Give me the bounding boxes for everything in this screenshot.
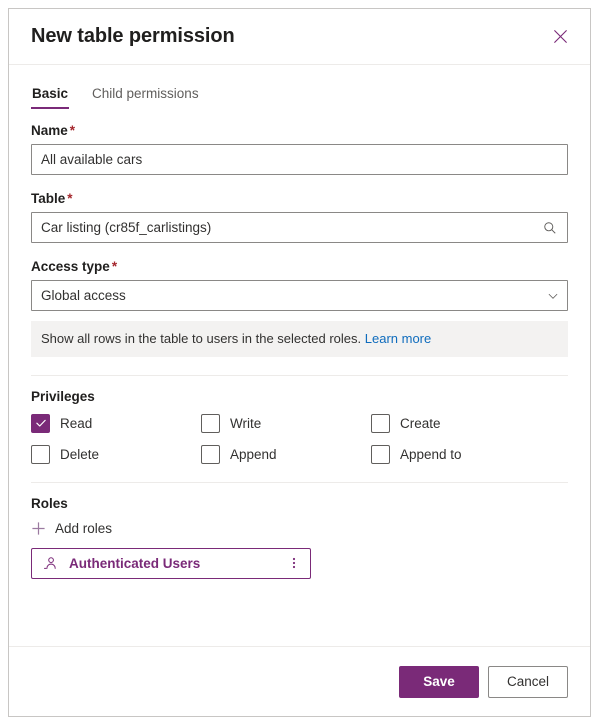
chevron-down-icon (547, 280, 559, 311)
name-field-group: Name * (31, 123, 568, 175)
roles-title: Roles (31, 495, 68, 511)
access-type-help-banner: Show all rows in the table to users in t… (31, 321, 568, 357)
privilege-create-label: Create (400, 415, 441, 431)
roles-divider (31, 481, 568, 483)
checkbox-append-to[interactable] (371, 444, 390, 464)
access-type-field-group: Access type * Global access Show all rows… (31, 259, 568, 357)
access-type-label: Access type * (31, 259, 568, 274)
privilege-append-to[interactable]: Append to (371, 444, 568, 464)
required-asterisk: * (67, 191, 73, 206)
close-button[interactable] (544, 21, 576, 53)
new-table-permission-dialog: New table permission Basic Child permiss… (8, 8, 591, 717)
save-button[interactable]: Save (399, 665, 479, 698)
name-input[interactable] (31, 144, 568, 175)
table-field-group: Table * (31, 191, 568, 243)
dialog-header: New table permission (9, 9, 590, 65)
privilege-append-label: Append (230, 446, 277, 462)
privilege-append[interactable]: Append (201, 444, 371, 464)
dialog-footer: Save Cancel (9, 646, 590, 716)
close-icon (553, 29, 568, 44)
add-roles-button[interactable]: Add roles (31, 521, 112, 536)
table-input-wrap (31, 212, 568, 243)
privileges-grid: Read Write Create Delete Append Append t… (31, 413, 568, 464)
checkbox-append[interactable] (201, 444, 220, 464)
tab-child-permissions[interactable]: Child permissions (91, 86, 200, 109)
table-input[interactable] (31, 212, 568, 243)
access-type-help-text: Show all rows in the table to users in t… (41, 331, 362, 346)
privilege-append-to-label: Append to (400, 446, 462, 462)
cancel-button[interactable]: Cancel (488, 665, 568, 698)
required-asterisk: * (111, 259, 118, 274)
role-chip-authenticated-users[interactable]: Authenticated Users (31, 547, 311, 579)
access-type-label-text: Access type (31, 259, 110, 274)
more-vertical-icon[interactable] (285, 551, 303, 575)
access-type-select[interactable]: Global access (31, 280, 568, 311)
person-icon (43, 556, 58, 571)
privilege-delete-label: Delete (60, 446, 100, 462)
role-chip-label: Authenticated Users (69, 555, 201, 571)
checkbox-write[interactable] (201, 413, 220, 433)
privileges-divider (31, 374, 568, 376)
checkbox-delete[interactable] (31, 444, 50, 464)
dialog-body: Basic Child permissions Name* Table* (9, 65, 590, 646)
privilege-create[interactable]: Create (371, 413, 568, 433)
tab-list: Basic Child permissions (31, 65, 568, 109)
checkbox-create[interactable] (371, 413, 390, 433)
name-input-wrap (31, 144, 568, 175)
table-label-text: Table (31, 191, 66, 206)
name-label-text: Name (31, 123, 68, 138)
name-label: Name * (31, 123, 568, 138)
tab-basic[interactable]: Basic (31, 86, 70, 109)
privilege-write[interactable]: Write (201, 413, 371, 433)
plus-icon (31, 521, 46, 536)
add-roles-label: Add roles (55, 520, 113, 536)
access-type-select-wrap: Global access (31, 280, 568, 311)
access-type-value: Global access (41, 288, 126, 303)
checkbox-read[interactable] (31, 413, 50, 433)
privilege-read[interactable]: Read (31, 413, 201, 433)
privilege-write-label: Write (230, 415, 262, 431)
search-icon[interactable] (540, 212, 560, 243)
privilege-delete[interactable]: Delete (31, 444, 201, 464)
page-title: New table permission (31, 25, 235, 47)
learn-more-link[interactable]: Learn more (365, 331, 431, 346)
table-label: Table * (31, 191, 568, 206)
privilege-read-label: Read (60, 415, 93, 431)
privileges-title: Privileges (31, 388, 95, 404)
required-asterisk: * (69, 123, 76, 138)
